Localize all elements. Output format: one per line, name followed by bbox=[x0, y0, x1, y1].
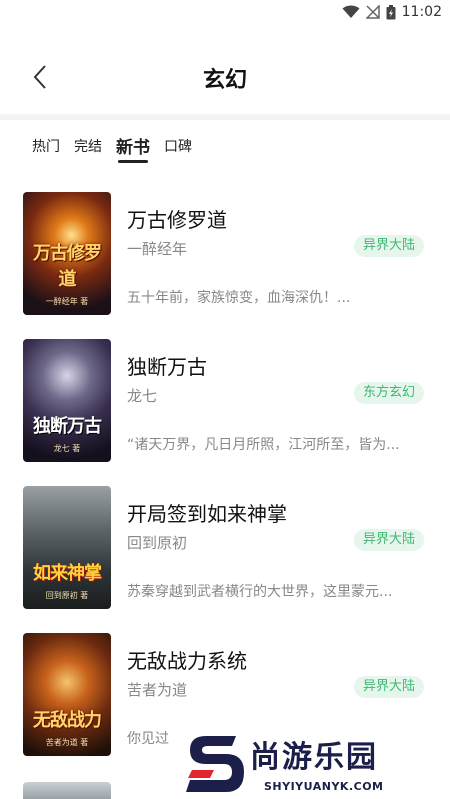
signal-off-icon bbox=[365, 5, 380, 19]
watermark-brand: 尚游乐园 bbox=[250, 740, 378, 775]
book-list: 万古修罗道 一醉经年 著 万古修罗道 一醉经年 异界大陆 五十年前，家族惊变，血… bbox=[0, 192, 450, 780]
genre-tag[interactable]: 异界大陆 bbox=[353, 529, 424, 551]
cover-author: 一醉经年 著 bbox=[45, 297, 89, 306]
book-cover[interactable]: 无敌战力 苦者为道 著 bbox=[23, 633, 111, 756]
tab-new-books[interactable]: 新书 bbox=[116, 132, 150, 163]
book-title[interactable]: 无敌战力系统 bbox=[127, 645, 247, 674]
book-author: 龙七 bbox=[127, 387, 158, 405]
category-tabs: 热门 完结 新书 口碑 bbox=[32, 132, 206, 166]
cover-author: 苦者为道 著 bbox=[45, 738, 89, 747]
book-description: 五十年前，家族惊变，血海深仇！... bbox=[127, 290, 351, 306]
book-title[interactable]: 开局签到如来神掌 bbox=[127, 498, 287, 527]
app-header: 玄幻 bbox=[0, 26, 450, 120]
status-time: 11:02 bbox=[401, 4, 442, 20]
cover-title: 如来神掌 bbox=[33, 563, 102, 584]
book-title[interactable]: 万古修罗道 bbox=[127, 204, 227, 233]
status-bar: 11:02 bbox=[0, 0, 450, 26]
tab-reputation[interactable]: 口碑 bbox=[164, 132, 192, 156]
watermark-logo: 尚游乐园 SHYIYUANYK.COM bbox=[184, 730, 450, 799]
page-title: 玄幻 bbox=[202, 68, 247, 93]
book-title[interactable]: 独断万古 bbox=[127, 351, 207, 380]
battery-icon bbox=[386, 4, 396, 19]
brand-s-logo bbox=[184, 730, 246, 799]
watermark-url: SHYIYUANYK.COM bbox=[264, 780, 384, 793]
cover-author: 龙七 著 bbox=[53, 444, 81, 453]
book-author: 苦者为道 bbox=[127, 681, 188, 699]
book-item[interactable]: 如来神掌 回到原初 著 开局签到如来神掌 回到原初 异界大陆 苏秦穿越到武者横行… bbox=[0, 486, 450, 633]
book-cover-partial[interactable] bbox=[23, 782, 111, 799]
wifi-icon bbox=[342, 5, 360, 18]
book-description: “诸天万界，凡日月所照，江河所至，皆为... bbox=[127, 437, 400, 453]
cover-title: 独断万古 bbox=[33, 416, 102, 437]
book-author: 一醉经年 bbox=[127, 240, 188, 258]
genre-tag[interactable]: 异界大陆 bbox=[353, 235, 424, 257]
genre-tag[interactable]: 东方玄幻 bbox=[353, 382, 424, 404]
book-item[interactable]: 万古修罗道 一醉经年 著 万古修罗道 一醉经年 异界大陆 五十年前，家族惊变，血… bbox=[0, 192, 450, 339]
genre-tag[interactable]: 异界大陆 bbox=[353, 676, 424, 698]
cover-title: 万古修罗道 bbox=[33, 243, 102, 290]
cover-author: 回到原初 著 bbox=[45, 591, 89, 600]
tab-hot[interactable]: 热门 bbox=[32, 132, 60, 156]
book-cover[interactable]: 独断万古 龙七 著 bbox=[23, 339, 111, 462]
cover-title: 无敌战力 bbox=[33, 710, 102, 731]
book-cover[interactable]: 如来神掌 回到原初 著 bbox=[23, 486, 111, 609]
status-icons: 11:02 bbox=[342, 4, 442, 20]
book-description: 苏秦穿越到武者横行的大世界，这里蒙元... bbox=[127, 584, 393, 600]
book-author: 回到原初 bbox=[127, 534, 188, 552]
tab-completed[interactable]: 完结 bbox=[74, 132, 102, 156]
book-cover[interactable]: 万古修罗道 一醉经年 著 bbox=[23, 192, 111, 315]
book-item[interactable]: 独断万古 龙七 著 独断万古 龙七 东方玄幻 “诸天万界，凡日月所照，江河所至，… bbox=[0, 339, 450, 486]
